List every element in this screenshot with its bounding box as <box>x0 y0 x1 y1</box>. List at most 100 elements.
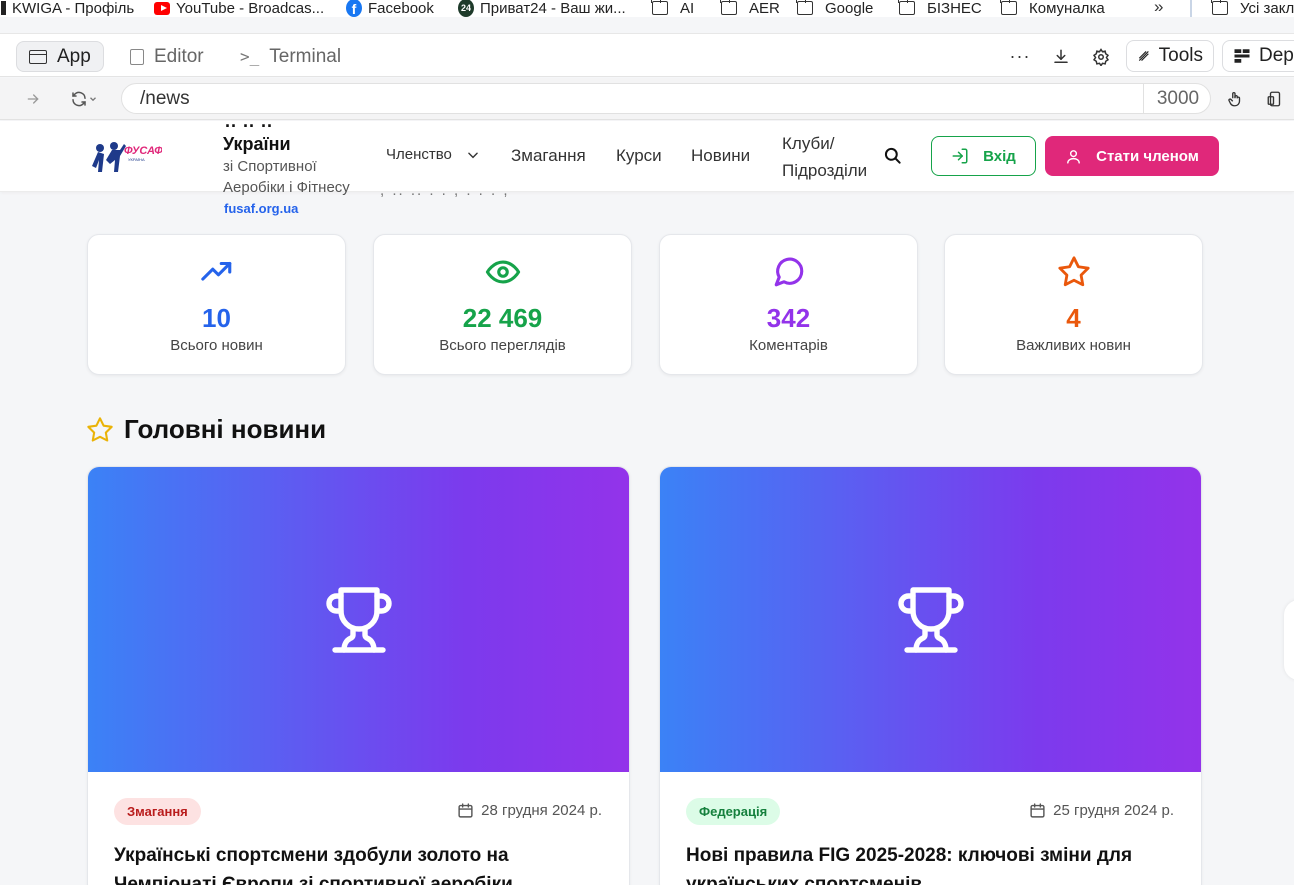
stat-card-comments: 342 Коментарів <box>659 234 918 375</box>
news-title[interactable]: Українські спортсмени здобули золото на … <box>114 841 604 885</box>
log-in-icon <box>952 148 968 164</box>
news-card-image <box>88 467 629 772</box>
folder-icon <box>1211 0 1228 16</box>
terminal-icon: >_ <box>240 47 260 66</box>
star-icon <box>945 255 1202 289</box>
forward-arrow-icon[interactable] <box>24 87 42 111</box>
file-copy-icon <box>130 48 144 65</box>
device-toggle-icon[interactable] <box>1265 87 1285 111</box>
trending-up-icon <box>88 255 345 289</box>
site-header: .. .. .. ФУСАФ УКРАЇНА України зі Спорти… <box>0 111 1294 216</box>
more-options-icon[interactable]: ··· <box>1009 41 1031 72</box>
brand-title-overflow: .. .. .. <box>225 111 274 131</box>
port-field[interactable]: 3000 <box>1143 84 1212 113</box>
news-card[interactable]: Федерація 25 грудня 2024 р. Нові правила… <box>659 466 1202 885</box>
svg-text:УКРАЇНА: УКРАЇНА <box>128 157 145 162</box>
kwiga-icon <box>0 0 6 16</box>
url-input[interactable]: /news 3000 <box>121 83 1211 114</box>
pointer-select-icon[interactable] <box>1225 87 1245 111</box>
news-date-text: 25 грудня 2024 р. <box>1053 802 1174 819</box>
bookmarks-more-button[interactable]: » <box>1154 0 1163 17</box>
tab-label: Terminal <box>269 45 342 67</box>
tab-editor[interactable]: Editor <box>118 41 216 72</box>
calendar-icon <box>458 803 473 818</box>
deploy-label: Dep <box>1259 45 1294 66</box>
stat-card-total-views: 22 469 Всього переглядів <box>373 234 632 375</box>
brand-website-link[interactable]: fusaf.org.ua <box>224 201 298 216</box>
message-circle-icon <box>660 255 917 289</box>
bookmark-folder-business[interactable]: БІЗНЕС <box>898 0 982 17</box>
bookmark-folder-utilities[interactable]: Комуналка <box>1000 0 1105 17</box>
bookmark-label: Google <box>825 0 874 17</box>
login-button[interactable]: Вхід <box>931 136 1036 176</box>
tab-app[interactable]: App <box>16 41 104 72</box>
app-window-icon <box>29 49 47 64</box>
news-date-text: 28 грудня 2024 р. <box>481 802 602 819</box>
brand-subtitle: зі Спортивної Аеробіки і Фітнесу <box>223 158 350 196</box>
bookmark-label: AI <box>680 0 695 17</box>
privat24-icon: 24 <box>458 0 474 17</box>
become-member-label: Стати членом <box>1096 147 1199 165</box>
nav-news[interactable]: Новини <box>691 146 750 166</box>
app-toolbar: App Editor >_ Terminal ··· Tools Dep <box>0 33 1294 77</box>
news-date: 28 грудня 2024 р. <box>457 802 602 819</box>
svg-text:ФУСАФ: ФУСАФ <box>124 145 162 157</box>
search-icon[interactable] <box>883 146 903 166</box>
folder-icon <box>1000 0 1017 16</box>
become-member-button[interactable]: Стати членом <box>1045 136 1219 176</box>
news-card[interactable]: Змагання 28 грудня 2024 р. Українські сп… <box>87 466 630 885</box>
stat-label: Коментарів <box>749 337 828 354</box>
brand-title: України <box>223 134 291 154</box>
deploy-button[interactable]: Dep <box>1222 40 1294 72</box>
stat-label: Всього новин <box>170 337 263 354</box>
calendar-icon <box>1030 803 1045 818</box>
nav-courses[interactable]: Курси <box>616 146 662 166</box>
bookmark-folder-all[interactable]: Усі закл <box>1211 0 1294 17</box>
tab-label: App <box>57 45 91 67</box>
folder-icon <box>720 0 737 16</box>
bookmarks-divider <box>1190 0 1192 17</box>
bookmark-kwiga[interactable]: KWIGA - Профіль <box>0 0 134 17</box>
stat-card-important-news: 4 Важливих новин <box>944 234 1203 375</box>
bookmark-folder-aer[interactable]: AER <box>720 0 780 17</box>
nav-membership-dropdown[interactable]: Членство <box>386 146 480 163</box>
settings-gear-icon[interactable] <box>1090 41 1112 72</box>
user-icon <box>1067 149 1080 164</box>
youtube-icon <box>154 0 170 16</box>
bookmark-folder-google[interactable]: Google <box>796 0 874 17</box>
stat-value: 4 <box>1066 303 1081 333</box>
bookmark-label: Приват24 - Ваш жи... <box>480 0 626 17</box>
bookmark-label: Facebook <box>368 0 434 17</box>
deploy-icon <box>1234 49 1250 63</box>
star-outline-icon <box>87 416 113 442</box>
trophy-icon <box>897 586 964 653</box>
tab-terminal[interactable]: >_ Terminal <box>228 41 353 72</box>
news-title[interactable]: Нові правила FIG 2025-2028: ключові змін… <box>686 841 1176 885</box>
bookmark-folder-ai[interactable]: AI <box>651 0 695 17</box>
bookmark-facebook[interactable]: f Facebook <box>346 0 434 17</box>
category-badge[interactable]: Федерація <box>686 798 781 825</box>
login-label: Вхід <box>983 147 1016 165</box>
download-icon[interactable] <box>1050 41 1072 72</box>
nav-membership-label: Членство <box>386 146 452 163</box>
news-date: 25 грудня 2024 р. <box>1029 802 1174 819</box>
stat-card-total-news: 10 Всього новин <box>87 234 346 375</box>
url-path: /news <box>140 87 190 109</box>
folder-icon <box>898 0 915 16</box>
bookmark-youtube[interactable]: YouTube - Broadcas... <box>154 0 324 17</box>
fusaf-logo[interactable]: ФУСАФ УКРАЇНА <box>90 138 163 178</box>
facebook-icon: f <box>346 0 362 17</box>
carousel-next-handle[interactable] <box>1284 600 1294 680</box>
bookmark-privat24[interactable]: 24 Приват24 - Ваш жи... <box>458 0 626 17</box>
stat-value: 342 <box>766 303 811 333</box>
category-badge[interactable]: Змагання <box>114 798 201 825</box>
trophy-icon <box>325 586 392 653</box>
tools-icon <box>1138 51 1149 61</box>
tab-label: Editor <box>154 45 204 67</box>
bookmark-label: AER <box>749 0 780 17</box>
bookmark-label: KWIGA - Профіль <box>12 0 135 17</box>
tools-button[interactable]: Tools <box>1126 40 1214 72</box>
nav-clubs[interactable]: Клуби/ Підрозділи <box>782 130 882 184</box>
reload-icon[interactable] <box>66 87 102 111</box>
nav-competitions[interactable]: Змагання <box>511 146 586 166</box>
